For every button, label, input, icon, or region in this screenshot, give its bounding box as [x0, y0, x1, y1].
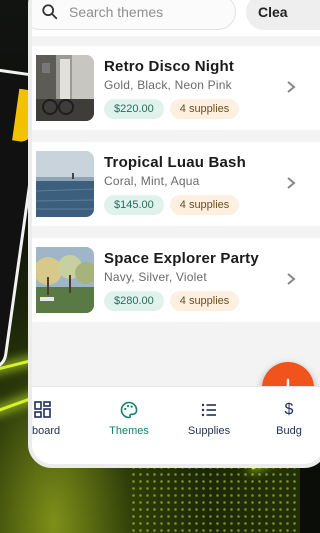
- nav-item-themes[interactable]: Themes: [96, 401, 162, 437]
- chevron-right-icon: [287, 177, 296, 189]
- search-field[interactable]: [32, 0, 236, 30]
- app-screen: Clea Retro D: [32, 0, 320, 464]
- chevron-right-icon: [287, 273, 296, 285]
- bottom-navigation: hboard Themes Supplies $ Budg: [32, 386, 320, 464]
- search-bar: Clea: [32, 0, 320, 36]
- theme-thumbnail: [36, 247, 94, 313]
- nav-label: Budg: [276, 425, 302, 437]
- supplies-chip: 4 supplies: [169, 98, 240, 119]
- theme-chips: $220.00 4 supplies: [104, 98, 320, 119]
- theme-list: Retro Disco Night Gold, Black, Neon Pink…: [32, 46, 320, 334]
- supplies-chip: 4 supplies: [169, 290, 240, 311]
- nav-label: Themes: [109, 425, 149, 437]
- supplies-chip: 4 supplies: [169, 194, 240, 215]
- theme-thumbnail: [36, 151, 94, 217]
- dollar-icon: $: [284, 401, 294, 418]
- theme-card[interactable]: Space Explorer Party Navy, Silver, Viole…: [32, 238, 320, 322]
- theme-chips: $145.00 4 supplies: [104, 194, 320, 215]
- theme-title: Tropical Luau Bash: [104, 153, 246, 171]
- price-chip: $280.00: [104, 290, 164, 311]
- nav-item-supplies[interactable]: Supplies: [176, 401, 242, 437]
- theme-card[interactable]: Tropical Luau Bash Coral, Mint, Aqua $14…: [32, 142, 320, 226]
- price-chip: $145.00: [104, 194, 164, 215]
- chevron-right-icon: [287, 81, 296, 93]
- price-chip: $220.00: [104, 98, 164, 119]
- theme-chips: $280.00 4 supplies: [104, 290, 320, 311]
- street-scene-image: [36, 55, 94, 121]
- phone-frame: Clea Retro D: [28, 0, 320, 468]
- search-icon: [42, 4, 58, 20]
- park-scene-image: [36, 247, 94, 313]
- theme-card[interactable]: Retro Disco Night Gold, Black, Neon Pink…: [32, 46, 320, 130]
- search-input[interactable]: [69, 4, 199, 20]
- theme-title: Space Explorer Party: [104, 249, 259, 267]
- list-icon: [201, 403, 216, 417]
- nav-label: Supplies: [187, 425, 231, 437]
- palette-icon: [120, 401, 138, 419]
- sea-scene-image: [36, 151, 94, 217]
- dashboard-icon: [34, 401, 51, 418]
- nav-label: hboard: [28, 425, 61, 437]
- nav-item-dashboard[interactable]: hboard: [28, 401, 76, 437]
- theme-title: Retro Disco Night: [104, 57, 235, 75]
- nav-item-budget[interactable]: $ Budg: [256, 401, 320, 437]
- theme-thumbnail: [36, 55, 94, 121]
- clear-button[interactable]: Clea: [246, 0, 320, 30]
